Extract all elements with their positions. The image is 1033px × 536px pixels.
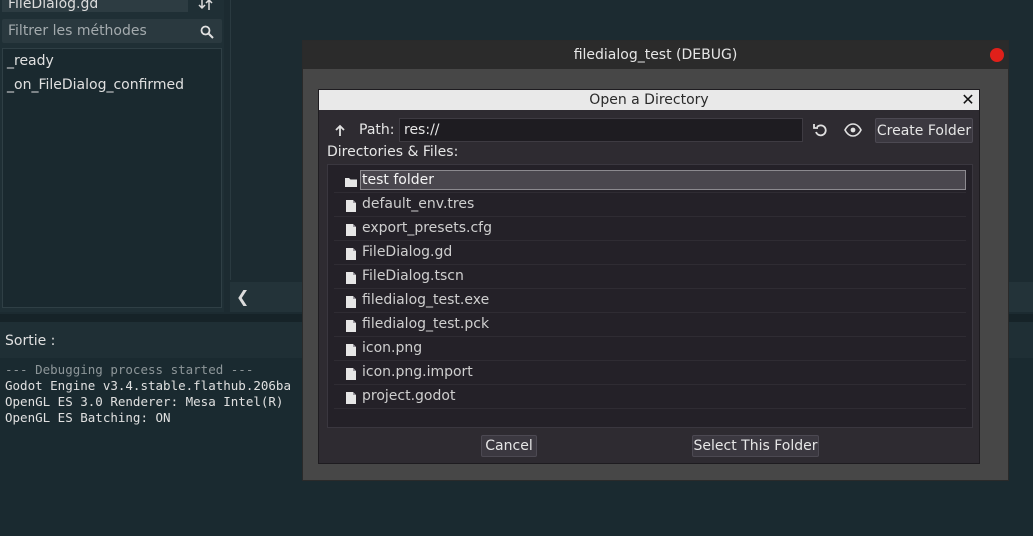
tree-item-default-env-tres[interactable]: default_env.tres (334, 193, 966, 217)
files-label: Directories & Files: (327, 144, 459, 160)
script-name-field[interactable]: FileDialog.gd (2, 0, 188, 12)
tree-item-label: filedialog_test.pck (362, 316, 490, 332)
open-directory-dialog: Open a Directory ✕ Path: Create Folder D… (318, 89, 980, 464)
file-icon (344, 390, 358, 404)
create-folder-button[interactable]: Create Folder (875, 118, 973, 143)
method-item-on-filedialog-confirmed[interactable]: _on_FileDialog_confirmed (3, 73, 221, 97)
refresh-icon[interactable] (813, 122, 829, 138)
select-folder-button[interactable]: Select This Folder (692, 435, 819, 457)
tree-item-icon-png[interactable]: icon.png (334, 337, 966, 361)
close-icon[interactable] (990, 48, 1004, 62)
search-icon (200, 24, 214, 39)
file-icon (344, 342, 358, 356)
tree-item-project-godot[interactable]: project.godot (334, 385, 966, 409)
tree-item-filedialog-test-pck[interactable]: filedialog_test.pck (334, 313, 966, 337)
tree-item-filedialog-test-exe[interactable]: filedialog_test.exe (334, 289, 966, 313)
arrow-up-icon[interactable] (331, 122, 349, 140)
script-panel: FileDialog.gd _ready _on_FileDialog_conf… (0, 0, 224, 312)
path-input[interactable] (399, 118, 803, 142)
close-icon[interactable]: ✕ (960, 90, 976, 110)
debug-window-titlebar[interactable]: filedialog_test (DEBUG) (303, 41, 1008, 69)
method-list: _ready _on_FileDialog_confirmed (2, 48, 222, 308)
method-filter-input[interactable] (2, 19, 192, 43)
tree-item-label: icon.png (362, 340, 423, 356)
tree-item-label: project.godot (362, 388, 456, 404)
file-icon (344, 294, 358, 308)
dialog-titlebar[interactable]: Open a Directory ✕ (319, 90, 979, 110)
method-item-ready[interactable]: _ready (3, 49, 221, 73)
sort-icon[interactable] (198, 0, 214, 12)
tree-item-label: default_env.tres (362, 196, 475, 212)
output-title: Sortie : (5, 333, 56, 349)
tree-item-label: filedialog_test.exe (362, 292, 490, 308)
tree-item-test-folder[interactable]: test folder (334, 169, 966, 193)
dialog-title: Open a Directory (589, 92, 709, 108)
path-row: Path: Create Folder (327, 118, 973, 144)
method-filter (2, 19, 222, 43)
file-icon (344, 198, 358, 212)
tree-item-icon-png-import[interactable]: icon.png.import (334, 361, 966, 385)
file-icon (344, 246, 358, 260)
cancel-button[interactable]: Cancel (481, 435, 537, 457)
file-icon (344, 318, 358, 332)
path-label: Path: (359, 122, 395, 138)
tree-item-label: export_presets.cfg (362, 220, 492, 236)
file-icon (344, 270, 358, 284)
tree-item-label: icon.png.import (362, 364, 473, 380)
folder-icon (344, 174, 358, 188)
file-icon (344, 366, 358, 380)
chevron-left-icon[interactable]: ❮ (236, 287, 249, 306)
tree-item-filedialog-tscn[interactable]: FileDialog.tscn (334, 265, 966, 289)
tree-item-label: FileDialog.gd (362, 244, 453, 260)
file-icon (344, 222, 358, 236)
tree-item-export-presets-cfg[interactable]: export_presets.cfg (334, 217, 966, 241)
file-tree[interactable]: test folder default_env.tres export_pres… (327, 164, 973, 428)
tree-item-label: test folder (362, 172, 434, 188)
selection-highlight (360, 170, 966, 190)
eye-icon[interactable] (844, 122, 862, 138)
debug-window-title: filedialog_test (DEBUG) (573, 47, 738, 63)
tree-item-label: FileDialog.tscn (362, 268, 464, 284)
tree-item-filedialog-gd[interactable]: FileDialog.gd (334, 241, 966, 265)
